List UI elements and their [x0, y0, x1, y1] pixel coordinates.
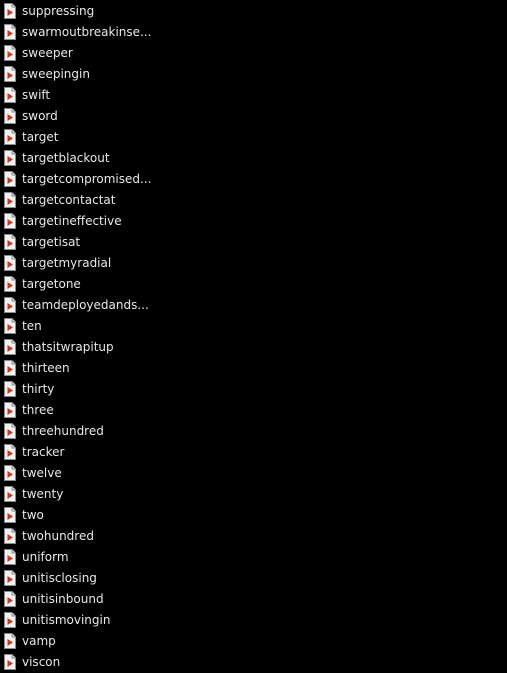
file-name-label: suppressing	[22, 4, 95, 18]
file-list-item[interactable]: ten	[0, 316, 160, 337]
file-name-label: sword	[22, 109, 58, 123]
file-name-label: three	[22, 403, 54, 417]
audio-file-icon	[4, 654, 16, 670]
file-name-label: threehundred	[22, 424, 104, 438]
audio-file-icon	[4, 318, 16, 334]
file-list-item[interactable]: swift	[0, 85, 160, 106]
audio-file-icon	[4, 129, 16, 145]
file-list-item[interactable]: target	[0, 127, 160, 148]
file-list-item[interactable]: viscon	[0, 652, 160, 673]
file-name-label: sweeper	[22, 46, 73, 60]
file-list-item[interactable]: targetcontactat	[0, 190, 160, 211]
file-name-label: twohundred	[22, 529, 94, 543]
file-list-item[interactable]: unitisclosing	[0, 568, 160, 589]
audio-file-icon	[4, 591, 16, 607]
audio-file-icon	[4, 465, 16, 481]
file-name-label: unitismovingin	[22, 613, 111, 627]
file-name-label: targetineffective	[22, 214, 122, 228]
file-name-label: targetone	[22, 277, 81, 291]
file-name-label: ten	[22, 319, 42, 333]
file-list-item[interactable]: tracker	[0, 442, 160, 463]
file-list-item[interactable]: sword	[0, 106, 160, 127]
audio-file-icon	[4, 528, 16, 544]
audio-file-icon	[4, 24, 16, 40]
file-list-item[interactable]: suppressing	[0, 1, 160, 22]
file-list-item[interactable]: twelve	[0, 463, 160, 484]
file-name-label: thatsitwrapitup	[22, 340, 114, 354]
file-list-item[interactable]: threehundred	[0, 421, 160, 442]
file-name-label: targetcontactat	[22, 193, 116, 207]
audio-file-icon	[4, 360, 16, 376]
file-list-item[interactable]: unitismovingin	[0, 610, 160, 631]
file-name-label: targetisat	[22, 235, 81, 249]
file-list-item[interactable]: two	[0, 505, 160, 526]
file-list-item[interactable]: targetcompromised...	[0, 169, 160, 190]
file-list-item[interactable]: targetineffective	[0, 211, 160, 232]
file-name-label: vamp	[22, 634, 56, 648]
audio-file-icon	[4, 612, 16, 628]
file-list-item[interactable]: teamdeployedands...	[0, 295, 160, 316]
file-list-item[interactable]: swarmoutbreakinse...	[0, 22, 160, 43]
audio-file-icon	[4, 3, 16, 19]
audio-file-icon	[4, 339, 16, 355]
file-name-label: targetmyradial	[22, 256, 112, 270]
file-list-item[interactable]: thatsitwrapitup	[0, 337, 160, 358]
audio-file-icon	[4, 171, 16, 187]
file-list-item[interactable]: targetblackout	[0, 148, 160, 169]
file-name-label: uniform	[22, 550, 69, 564]
audio-file-icon	[4, 297, 16, 313]
audio-file-icon	[4, 45, 16, 61]
file-name-label: viscon	[22, 655, 61, 669]
audio-file-icon	[4, 213, 16, 229]
file-list-item[interactable]: thirteen	[0, 358, 160, 379]
audio-file-icon	[4, 633, 16, 649]
audio-file-icon	[4, 444, 16, 460]
file-name-label: unitisclosing	[22, 571, 97, 585]
file-list-item[interactable]: three	[0, 400, 160, 421]
audio-file-icon	[4, 192, 16, 208]
audio-file-icon	[4, 87, 16, 103]
file-list-item[interactable]: vamp	[0, 631, 160, 652]
file-list-item[interactable]: twohundred	[0, 526, 160, 547]
file-name-label: targetcompromised...	[22, 172, 152, 186]
audio-file-icon	[4, 507, 16, 523]
file-list: suppressing swarmoutbreakinse... sweeper sw…	[0, 0, 507, 671]
audio-file-icon	[4, 486, 16, 502]
file-list-item[interactable]: targetisat	[0, 232, 160, 253]
file-list-item[interactable]: sweepingin	[0, 64, 160, 85]
file-list-item[interactable]: targetone	[0, 274, 160, 295]
audio-file-icon	[4, 255, 16, 271]
audio-file-icon	[4, 570, 16, 586]
file-name-label: tracker	[22, 445, 65, 459]
file-name-label: twenty	[22, 487, 64, 501]
file-list-item[interactable]: twenty	[0, 484, 160, 505]
audio-file-icon	[4, 381, 16, 397]
file-list-item[interactable]: thirty	[0, 379, 160, 400]
audio-file-icon	[4, 423, 16, 439]
file-list-item[interactable]: targetmyradial	[0, 253, 160, 274]
file-name-label: swarmoutbreakinse...	[22, 25, 152, 39]
audio-file-icon	[4, 108, 16, 124]
file-name-label: teamdeployedands...	[22, 298, 149, 312]
audio-file-icon	[4, 402, 16, 418]
file-list-item[interactable]: unitisinbound	[0, 589, 160, 610]
audio-file-icon	[4, 549, 16, 565]
audio-file-icon	[4, 66, 16, 82]
file-name-label: sweepingin	[22, 67, 90, 81]
file-name-label: targetblackout	[22, 151, 110, 165]
file-name-label: thirteen	[22, 361, 70, 375]
audio-file-icon	[4, 234, 16, 250]
file-list-item[interactable]: uniform	[0, 547, 160, 568]
file-name-label: swift	[22, 88, 51, 102]
audio-file-icon	[4, 150, 16, 166]
file-list-item[interactable]: sweeper	[0, 43, 160, 64]
audio-file-icon	[4, 276, 16, 292]
file-name-label: thirty	[22, 382, 55, 396]
file-name-label: target	[22, 130, 59, 144]
file-name-label: unitisinbound	[22, 592, 104, 606]
file-name-label: two	[22, 508, 44, 522]
file-name-label: twelve	[22, 466, 62, 480]
